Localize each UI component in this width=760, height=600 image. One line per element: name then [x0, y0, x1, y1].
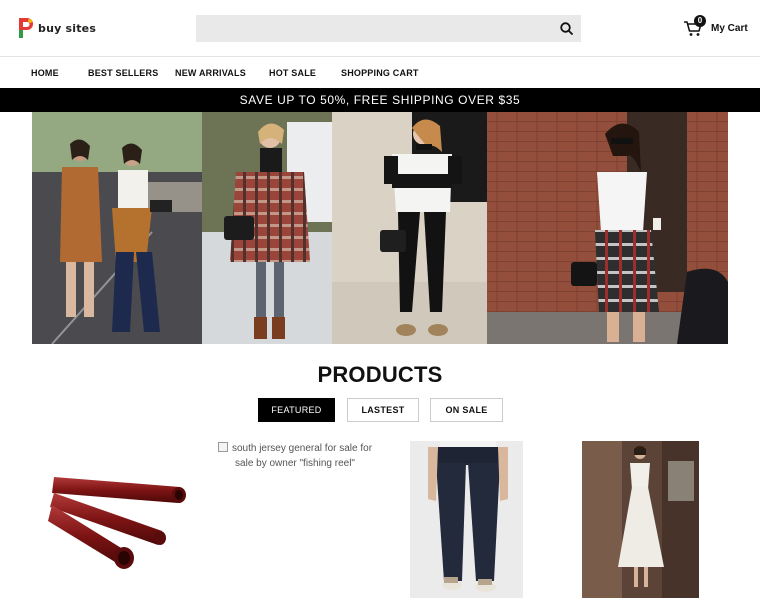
hero-banner[interactable]	[32, 112, 728, 344]
broken-image-alt: south jersey general for sale for sale b…	[231, 443, 373, 469]
product-card-red-tubing[interactable]	[40, 441, 200, 600]
promo-bar: SAVE UP TO 50%, FREE SHIPPING OVER $35	[0, 88, 760, 112]
tab-on-sale[interactable]: ON SALE	[430, 398, 503, 422]
nav-item-hot-sale[interactable]: HOT SALE	[269, 68, 316, 78]
banner-photo-plaid-coat	[202, 112, 332, 344]
banner-photo-street-duo	[32, 112, 202, 344]
product-image-jeans	[410, 441, 523, 598]
search-bar	[196, 15, 581, 42]
nav-item-shopping-cart[interactable]: SHOPPING CART	[341, 68, 419, 78]
product-card-white-dress[interactable]	[582, 441, 699, 598]
tab-lastest[interactable]: LASTEST	[347, 398, 419, 422]
product-card-broken-image[interactable]: south jersey general for sale for sale b…	[215, 441, 375, 471]
product-image-red-tubing	[48, 477, 186, 569]
search-input[interactable]	[196, 15, 551, 42]
search-button[interactable]	[551, 15, 581, 42]
brand-logo[interactable]: buy sites	[17, 16, 96, 40]
cart-label: My Cart	[711, 22, 748, 34]
main-nav: HOME BEST SELLERS NEW ARRIVALS HOT SALE …	[0, 58, 760, 88]
nav-item-home[interactable]: HOME	[31, 68, 59, 78]
nav-item-best-sellers[interactable]: BEST SELLERS	[88, 68, 158, 78]
products-heading: PRODUCTS	[317, 362, 443, 387]
product-card-jeans[interactable]	[410, 441, 523, 598]
tab-featured[interactable]: FEATURED	[258, 398, 335, 422]
brand-name: buy sites	[38, 21, 97, 35]
cart-icon: 0	[683, 15, 706, 38]
banner-photo-striped-tee	[332, 112, 487, 344]
search-icon	[559, 22, 573, 35]
product-tabs: FEATURED LASTEST ON SALE	[0, 398, 760, 422]
banner-photo-brick-wall	[487, 112, 728, 344]
cart-link[interactable]: 0 My Cart	[683, 15, 748, 40]
site-header: buy sites 0 My Cart	[0, 0, 760, 57]
product-image-white-dress	[582, 441, 699, 598]
logo-mark-icon	[17, 16, 35, 40]
broken-image-icon	[217, 442, 228, 452]
nav-item-new-arrivals[interactable]: NEW ARRIVALS	[175, 68, 246, 78]
cart-count-badge: 0	[694, 15, 706, 27]
